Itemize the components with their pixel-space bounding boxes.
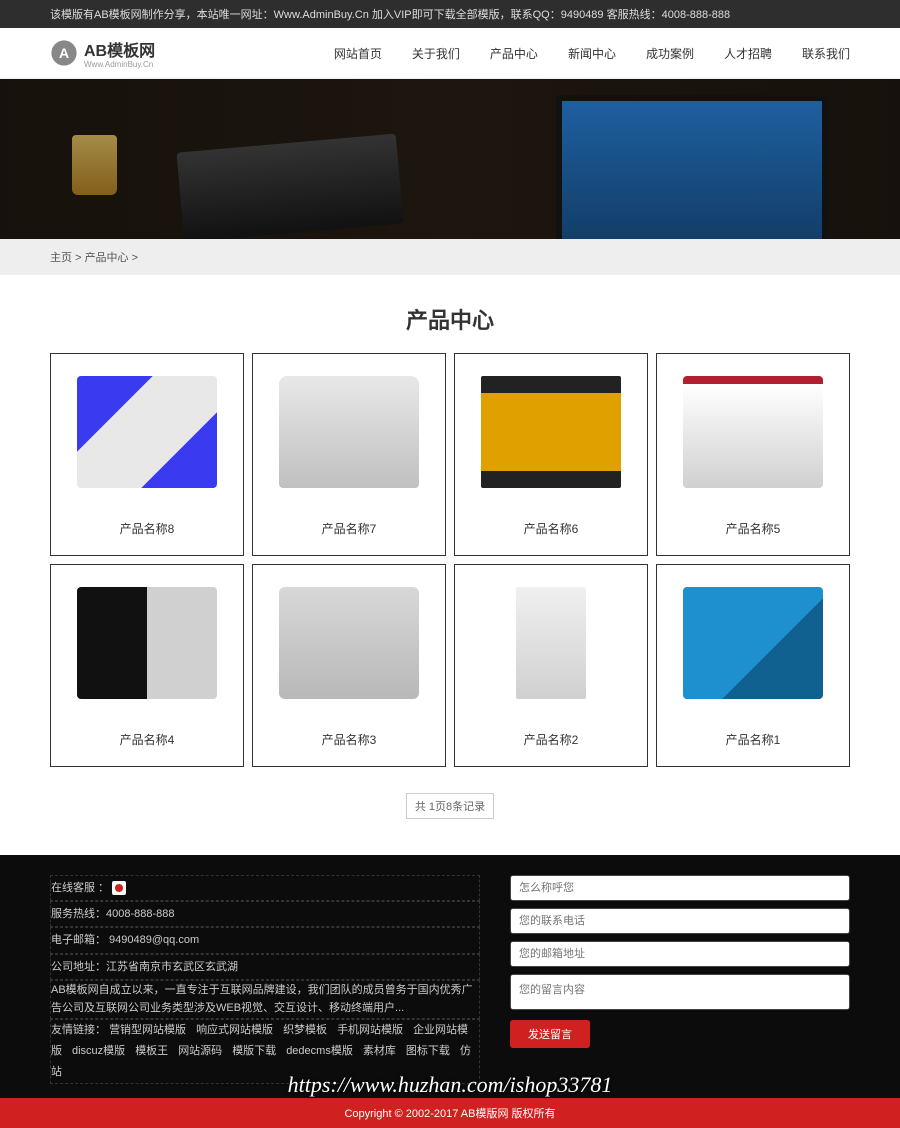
product-image [665,362,841,502]
product-image [463,362,639,502]
product-image [665,573,841,713]
product-name: 产品名称6 [463,502,639,547]
product-name: 产品名称1 [665,713,841,758]
nav-item-about[interactable]: 关于我们 [412,45,460,62]
product-card[interactable]: 产品名称3 [252,564,446,767]
product-image [261,362,437,502]
top-announcement-text: 该模版有AB模板网制作分享，本站唯一网址：Www.AdminBuy.Cn 加入V… [50,6,850,22]
form-email-input[interactable] [510,941,850,967]
nav-item-news[interactable]: 新闻中心 [568,45,616,62]
product-card[interactable]: 产品名称1 [656,564,850,767]
product-card[interactable]: 产品名称7 [252,353,446,556]
product-name: 产品名称3 [261,713,437,758]
form-message-input[interactable] [510,974,850,1010]
top-announcement-bar: 该模版有AB模板网制作分享，本站唯一网址：Www.AdminBuy.Cn 加入V… [0,0,900,28]
friend-link[interactable]: 响应式网站模版 [196,1024,273,1036]
product-card[interactable]: 产品名称2 [454,564,648,767]
breadcrumb: 主页 > 产品中心 > [50,239,850,275]
product-image [261,573,437,713]
product-card[interactable]: 产品名称8 [50,353,244,556]
product-grid: 产品名称8 产品名称7 产品名称6 产品名称5 产品名称4 产品名称3 产品名称2 产品名称1 [50,353,850,767]
product-name: 产品名称8 [59,502,235,547]
friend-link[interactable]: 模板王 [135,1045,168,1057]
product-name: 产品名称7 [261,502,437,547]
site-header: A AB模板网 Www.AdminBuy.Cn 网站首页 关于我们 产品中心 新… [0,28,900,79]
friend-link[interactable]: 手机网站模版 [337,1024,403,1036]
svg-text:A: A [59,45,69,61]
nav-item-home[interactable]: 网站首页 [334,45,382,62]
footer-hotline: 服务热线：4008-888-888 [50,901,480,927]
footer-email: 电子邮箱： 9490489@qq.com [50,927,480,953]
site-footer: 在线客服 ： 服务热线：4008-888-888 电子邮箱： 9490489@q… [0,855,900,1128]
product-image [59,362,235,502]
footer-address: 公司地址：江苏省南京市玄武区玄武湖 [50,954,480,980]
product-name: 产品名称2 [463,713,639,758]
product-image [59,573,235,713]
footer-description: AB模板网自成立以来，一直专注于互联网品牌建设，我们团队的成员曾务于国内优秀广告… [50,980,480,1019]
friend-link[interactable]: dedecms模版 [286,1045,353,1057]
nav-item-cases[interactable]: 成功案例 [646,45,694,62]
service-icon[interactable] [112,881,126,895]
footer-info: 在线客服 ： 服务热线：4008-888-888 电子邮箱： 9490489@q… [50,875,480,1084]
online-service-label: 在线客服 ： [51,882,109,894]
friend-link[interactable]: 网站源码 [178,1045,222,1057]
friend-link[interactable]: 模版下载 [232,1045,276,1057]
main-nav: 网站首页 关于我们 产品中心 新闻中心 成功案例 人才招聘 联系我们 [334,45,850,62]
product-card[interactable]: 产品名称5 [656,353,850,556]
product-name: 产品名称4 [59,713,235,758]
logo-icon: A [50,39,78,67]
hero-banner [0,79,900,239]
friend-link[interactable]: 素材库 [363,1045,396,1057]
copyright-text: Copyright © 2002-2017 AB模版网 版权所有 [0,1098,900,1128]
friend-link[interactable]: discuz模版 [72,1045,125,1057]
logo-subtext: Www.AdminBuy.Cn [84,61,155,69]
pagination-info: 共 1页8条记录 [406,793,494,819]
breadcrumb-bar: 主页 > 产品中心 > [0,239,900,275]
pagination: 共 1页8条记录 [0,767,900,845]
nav-item-contact[interactable]: 联系我们 [802,45,850,62]
form-submit-button[interactable]: 发送留言 [510,1020,590,1048]
friend-link[interactable]: 图标下载 [406,1045,450,1057]
product-card[interactable]: 产品名称6 [454,353,648,556]
page-title: 产品中心 [0,275,900,353]
form-phone-input[interactable] [510,908,850,934]
friend-link[interactable]: 织梦模板 [283,1024,327,1036]
product-image [463,573,639,713]
contact-form: 发送留言 [510,875,850,1084]
product-name: 产品名称5 [665,502,841,547]
form-name-input[interactable] [510,875,850,901]
product-card[interactable]: 产品名称4 [50,564,244,767]
breadcrumb-home[interactable]: 主页 [50,252,72,264]
footer-friend-links: 友情链接： 营销型网站模版响应式网站模版织梦模板手机网站模版企业网站模版disc… [50,1019,480,1084]
logo-text: AB模板网 [84,43,155,60]
friend-link[interactable]: 营销型网站模版 [109,1024,186,1036]
site-logo[interactable]: A AB模板网 Www.AdminBuy.Cn [50,37,155,69]
nav-item-products[interactable]: 产品中心 [490,45,538,62]
breadcrumb-current[interactable]: 产品中心 [85,252,129,264]
nav-item-jobs[interactable]: 人才招聘 [724,45,772,62]
